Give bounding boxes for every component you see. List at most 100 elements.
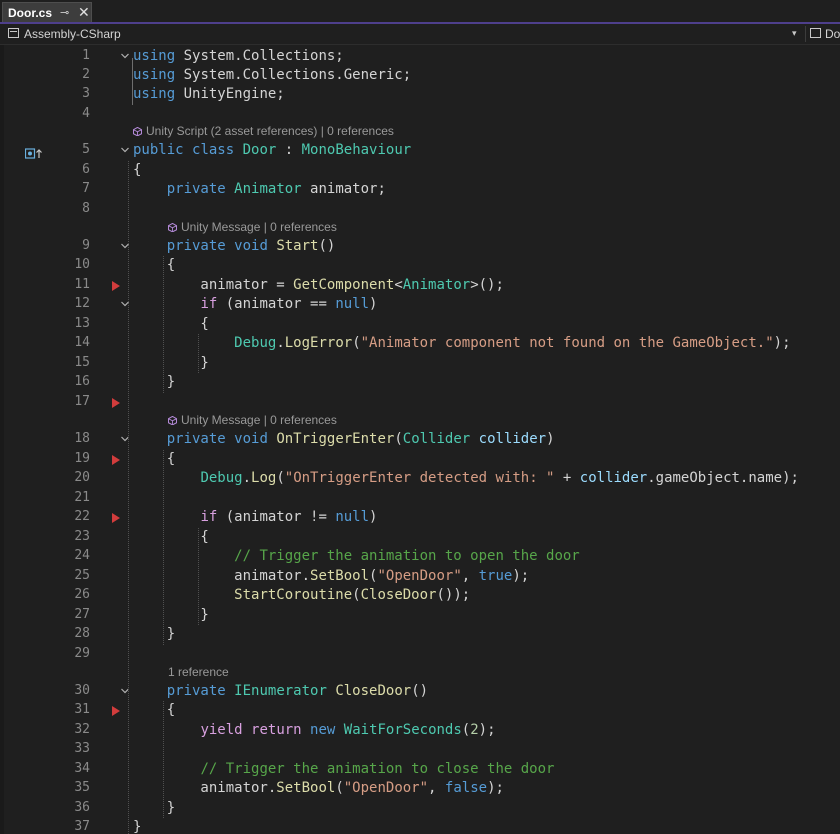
code-line[interactable]: 26 StartCoroutine(CloseDoor()); <box>0 586 840 606</box>
line-number: 4 <box>82 106 90 121</box>
code-line[interactable]: 1 using System.Collections; <box>0 47 840 67</box>
type-dropdown[interactable]: Do <box>825 27 840 41</box>
code-line[interactable]: 20 Debug.Log("OnTriggerEnter detected wi… <box>0 469 840 489</box>
code-line[interactable]: 32 yield return new WaitForSeconds(2); <box>0 721 840 741</box>
code-line[interactable]: 21 <box>0 489 840 509</box>
code-line[interactable]: 33 <box>0 740 840 760</box>
line-number: 9 <box>82 238 90 253</box>
code-line[interactable]: 9 private void Start() <box>0 237 840 257</box>
indent-guide <box>198 528 199 625</box>
code-line[interactable]: 29 <box>0 645 840 665</box>
unity-cube-icon <box>168 416 177 425</box>
code-line[interactable]: 11 animator = GetComponent<Animator>(); <box>0 276 840 296</box>
tab-door-cs[interactable]: Door.cs ⊸ ✕ <box>2 2 92 22</box>
codelens-text[interactable]: Unity Message | 0 references <box>181 413 337 427</box>
indent-guide <box>132 58 133 105</box>
code-line[interactable]: 31 { <box>0 701 840 721</box>
close-icon[interactable]: ✕ <box>78 4 90 21</box>
code-line[interactable]: 35 animator.SetBool("OpenDoor", false); <box>0 779 840 799</box>
code-text: Debug.Log("OnTriggerEnter detected with:… <box>200 470 799 486</box>
collapse-chevron-icon[interactable] <box>120 145 130 155</box>
code-line[interactable]: 23 { <box>0 528 840 548</box>
project-dropdown[interactable]: Assembly-CSharp <box>24 27 121 41</box>
line-number: 14 <box>74 335 90 350</box>
code-text: { <box>133 162 142 178</box>
codelens-start[interactable]: Unity Message | 0 references <box>168 220 337 238</box>
breakpoint-arrow-icon[interactable] <box>112 706 120 716</box>
code-line[interactable]: 10 { <box>0 256 840 276</box>
code-line[interactable]: 28 } <box>0 625 840 645</box>
code-text: using UnityEngine; <box>133 86 285 102</box>
unity-cube-icon <box>133 127 142 136</box>
indent-guide <box>163 701 164 818</box>
code-text: { <box>133 316 209 332</box>
code-text: private Animator animator; <box>166 181 386 197</box>
collapse-chevron-icon[interactable] <box>120 51 130 61</box>
code-line[interactable]: 7 private Animator animator; <box>0 180 840 200</box>
code-line[interactable]: 15 } <box>0 354 840 374</box>
code-line[interactable]: 37} <box>0 818 840 834</box>
code-text: using System.Collections.Generic; <box>133 67 412 83</box>
type-icon <box>810 28 821 38</box>
line-number: 15 <box>74 355 90 370</box>
code-line[interactable]: 3 using UnityEngine; <box>0 85 840 105</box>
code-line[interactable]: 25 animator.SetBool("OpenDoor", true); <box>0 567 840 587</box>
code-line[interactable]: 36 } <box>0 799 840 819</box>
indent-guide <box>163 256 164 393</box>
code-line[interactable]: 19 { <box>0 450 840 470</box>
line-number: 3 <box>82 86 90 101</box>
codelens-trigger[interactable]: Unity Message | 0 references <box>168 413 337 431</box>
code-line[interactable]: 14 Debug.LogError("Animator component no… <box>0 334 840 354</box>
line-number: 33 <box>74 741 90 756</box>
code-text: animator = GetComponent<Animator>(); <box>133 277 504 293</box>
code-text: private void OnTriggerEnter(Collider col… <box>166 431 555 447</box>
code-line[interactable]: 27 } <box>0 606 840 626</box>
code-text: yield return new WaitForSeconds(2); <box>200 722 496 738</box>
line-number: 36 <box>74 800 90 815</box>
line-number: 23 <box>74 529 90 544</box>
code-text: { <box>133 451 176 467</box>
code-text: } <box>133 800 176 816</box>
line-number: 31 <box>74 702 90 717</box>
code-line[interactable]: 8 <box>0 200 840 220</box>
chevron-down-icon[interactable]: ▾ <box>792 28 797 39</box>
code-line[interactable]: 5 public class Door : MonoBehaviour <box>0 141 840 161</box>
breakpoint-arrow-icon[interactable] <box>112 455 120 465</box>
code-line[interactable]: 18 private void OnTriggerEnter(Collider … <box>0 430 840 450</box>
code-text: StartCoroutine(CloseDoor()); <box>234 587 471 603</box>
line-number: 21 <box>74 490 90 505</box>
code-text: private void Start() <box>166 238 336 254</box>
line-number: 2 <box>82 67 90 82</box>
breakpoint-arrow-icon[interactable] <box>112 281 120 291</box>
codelens-text[interactable]: 1 reference <box>168 665 229 679</box>
pin-icon[interactable]: ⊸ <box>60 6 69 19</box>
breakpoint-arrow-icon[interactable] <box>112 513 120 523</box>
code-line[interactable]: 24 // Trigger the animation to open the … <box>0 547 840 567</box>
code-line[interactable]: 12 if (animator == null) <box>0 295 840 315</box>
line-number: 19 <box>74 451 90 466</box>
code-line[interactable]: 30 private IEnumerator CloseDoor() <box>0 682 840 702</box>
code-line[interactable]: 22 if (animator != null) <box>0 508 840 528</box>
code-line[interactable]: 13 { <box>0 315 840 335</box>
codelens-text[interactable]: Unity Script (2 asset references) | 0 re… <box>146 124 394 138</box>
code-line[interactable]: 6{ <box>0 161 840 181</box>
codelens-class[interactable]: Unity Script (2 asset references) | 0 re… <box>133 124 394 142</box>
code-text: } <box>133 374 176 390</box>
line-number: 13 <box>74 316 90 331</box>
line-number: 30 <box>74 683 90 698</box>
line-number: 34 <box>74 761 90 776</box>
line-number: 20 <box>74 470 90 485</box>
code-text: animator.SetBool("OpenDoor", false); <box>133 780 504 796</box>
breakpoint-arrow-icon[interactable] <box>112 398 120 408</box>
line-number: 35 <box>74 780 90 795</box>
code-line[interactable]: 2 using System.Collections.Generic; <box>0 66 840 86</box>
code-line[interactable]: 34 // Trigger the animation to close the… <box>0 760 840 780</box>
codelens-text[interactable]: Unity Message | 0 references <box>181 220 337 234</box>
code-line[interactable]: 4 <box>0 105 840 125</box>
line-number: 17 <box>74 394 90 409</box>
code-text: private IEnumerator CloseDoor() <box>166 683 429 699</box>
codelens-close-door[interactable]: 1 reference <box>168 665 229 683</box>
code-line[interactable]: 17 <box>0 393 840 413</box>
code-editor[interactable]: 1 using System.Collections; 2 using System.… <box>0 45 840 834</box>
code-line[interactable]: 16 } <box>0 373 840 393</box>
